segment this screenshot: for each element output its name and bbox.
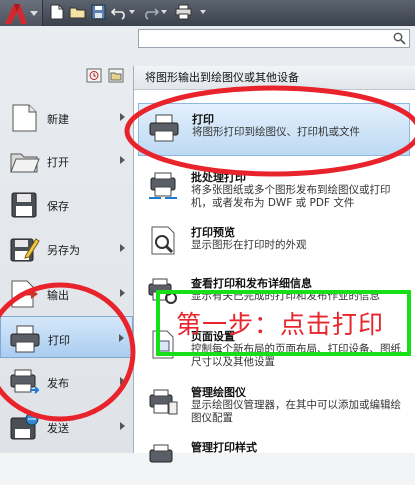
menu-item-label: 发布	[47, 377, 69, 390]
submenu-item-description: 将多张图纸或多个图形发布到绘图仪或打印机，或者发布为 DWF 或 PDF 文件	[191, 184, 391, 209]
preview-icon	[151, 226, 175, 255]
submenu-item-description: 显示绘图仪管理器，在其中可以添加或编辑绘图仪配置	[191, 399, 401, 424]
submenu-item-batch-plot[interactable]: 批处理打印 将多张图纸或多个图形发布到绘图仪或打印机，或者发布为 DWF 或 P…	[138, 162, 410, 215]
menu-item-label: 打开	[47, 156, 69, 169]
submenu-item-title: 管理绘图仪	[191, 386, 246, 399]
submenu-item-description: 显示图形在打印时的外观	[191, 239, 307, 251]
undo-dropdown-icon[interactable]	[129, 10, 135, 14]
publish-icon	[10, 369, 40, 394]
menu-item-label: 另存为	[47, 244, 80, 257]
menu-item-print[interactable]: 打印	[0, 316, 133, 358]
submenu-arrow-icon	[120, 289, 125, 297]
open-folder-icon	[10, 153, 40, 173]
menu-item-save[interactable]: 保存	[0, 183, 133, 225]
menu-item-label: 发送	[47, 422, 69, 435]
new-file-icon[interactable]	[48, 4, 65, 20]
submenu-item-title: 打印	[192, 113, 214, 126]
recent-documents-icon[interactable]	[86, 68, 102, 83]
command-list: 新建 打开 保存 另存为 输出 打印 发布 发送	[0, 94, 133, 453]
submenu-item-manage-plotters[interactable]: 管理绘图仪 显示绘图仪管理器，在其中可以添加或编辑绘图仪配置	[138, 377, 410, 430]
menu-item-new[interactable]: 新建	[0, 96, 133, 138]
submenu-item-plot-styles[interactable]: 管理打印样式	[138, 432, 410, 485]
submenu-header: 将图形输出到绘图仪或其他设备	[134, 66, 415, 90]
menu-item-label: 新建	[47, 113, 69, 126]
open-folder-icon[interactable]	[69, 4, 86, 20]
save-icon[interactable]	[90, 4, 107, 20]
menu-item-publish[interactable]: 发布	[0, 360, 133, 402]
save-as-icon	[10, 238, 40, 262]
customize-toolbar-dropdown-icon[interactable]	[200, 10, 206, 14]
submenu-item-plot-preview[interactable]: 打印预览 显示图形在打印时的外观	[138, 217, 410, 270]
menu-item-label: 打印	[48, 334, 70, 347]
redo-icon[interactable]	[142, 4, 159, 20]
print-icon[interactable]	[175, 4, 192, 20]
submenu-item-title: 打印预览	[191, 226, 235, 239]
step-instruction-text: 第一步：点击打印	[176, 310, 385, 339]
undo-icon[interactable]	[111, 4, 128, 20]
search-icon[interactable]	[393, 32, 406, 45]
menu-item-export[interactable]: 输出	[0, 272, 133, 314]
menu-item-open[interactable]: 打开	[0, 139, 133, 181]
submenu-arrow-icon	[120, 244, 125, 252]
submenu-item-title: 批处理打印	[191, 171, 246, 184]
search-field[interactable]	[138, 29, 410, 48]
plotter-manager-icon	[149, 389, 178, 415]
search-input[interactable]	[139, 30, 393, 46]
batch-plot-icon	[149, 172, 177, 199]
menu-item-label: 输出	[47, 289, 69, 302]
submenu-arrow-icon	[120, 156, 125, 164]
print-submenu: 将图形输出到绘图仪或其他设备 打印 将图形打印到绘图仪、打印机或文件 批处理打印…	[133, 66, 415, 463]
menu-item-label: 保存	[47, 200, 69, 213]
new-document-icon	[12, 104, 37, 132]
export-icon	[11, 280, 38, 308]
submenu-item-plot[interactable]: 打印 将图形打印到绘图仪、打印机或文件	[138, 103, 410, 156]
plot-style-icon	[149, 444, 173, 463]
menu-item-save-as[interactable]: 另存为	[0, 227, 133, 269]
submenu-arrow-icon	[119, 334, 124, 342]
send-icon	[10, 412, 39, 440]
chevron-down-icon	[30, 11, 38, 16]
submenu-item-description: 将图形打印到绘图仪、打印机或文件	[192, 126, 360, 138]
printer-icon	[149, 114, 179, 142]
save-icon	[11, 192, 37, 218]
redo-dropdown-icon[interactable]	[161, 10, 167, 14]
open-documents-icon[interactable]	[108, 68, 124, 83]
printer-icon	[10, 325, 40, 353]
submenu-arrow-icon	[120, 422, 125, 430]
submenu-arrow-icon	[120, 377, 125, 385]
submenu-arrow-icon	[120, 113, 125, 121]
autocad-logo-icon	[5, 4, 27, 24]
submenu-item-title: 查看打印和发布详细信息	[191, 277, 312, 290]
menu-item-send[interactable]: 发送	[0, 405, 133, 447]
quick-access-toolbar	[0, 0, 415, 34]
